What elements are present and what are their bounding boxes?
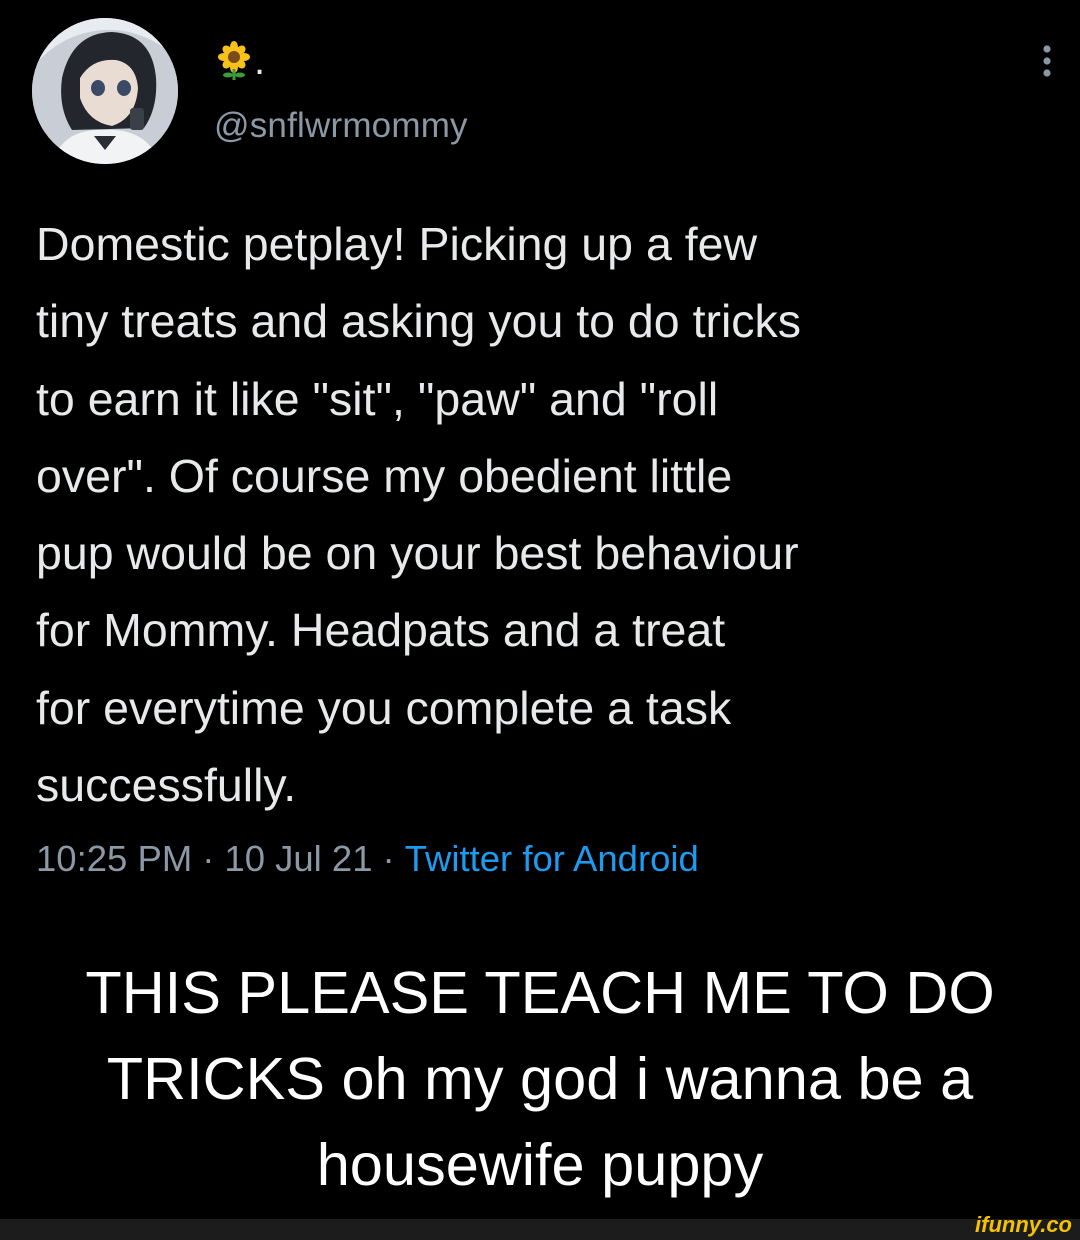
separator: · — [382, 838, 395, 879]
user-handle[interactable]: @snflwrmommy — [214, 106, 468, 146]
display-name-text: . — [254, 38, 266, 83]
sunflower-icon — [218, 41, 250, 80]
tweet-card: . @snflwrmommy Domestic petplay! Picking… — [0, 0, 1080, 930]
tweet-date[interactable]: 10 Jul 21 — [224, 838, 372, 879]
ifunny-watermark: ifunny.co — [975, 1212, 1072, 1237]
tweet-text: Domestic petplay! Picking up a few tiny … — [36, 218, 802, 812]
tweet-metadata: 10:25 PM · 10 Jul 21 · Twitter for Android — [36, 838, 699, 880]
separator: · — [202, 838, 215, 879]
tweet-source-link[interactable]: Twitter for Android — [405, 838, 699, 879]
footer-bar — [0, 1219, 1080, 1240]
meme-caption: THIS PLEASE TEACH ME TO DO TRICKS oh my … — [85, 959, 995, 1198]
tweet-time[interactable]: 10:25 PM — [36, 838, 192, 879]
display-name[interactable]: . — [214, 36, 265, 86]
avatar[interactable] — [32, 18, 178, 164]
more-vertical-icon[interactable] — [1032, 42, 1062, 82]
avatar-image — [32, 18, 178, 164]
